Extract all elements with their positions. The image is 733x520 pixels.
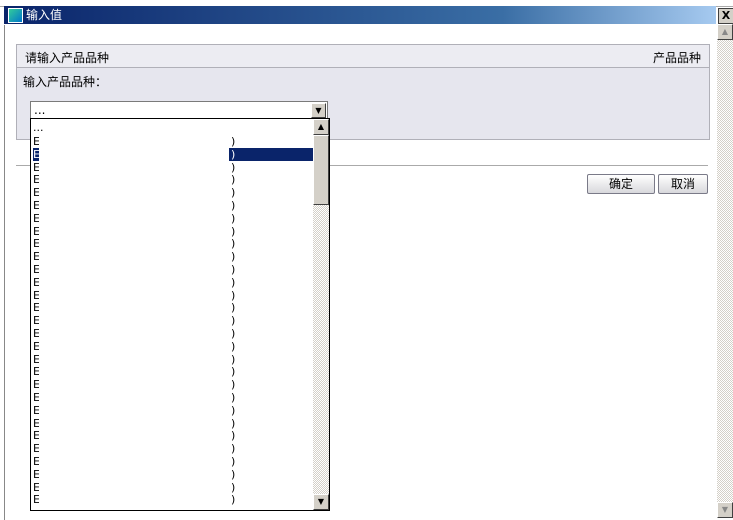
item-suffix: ) — [231, 442, 236, 456]
item-suffix: ) — [231, 455, 236, 468]
item-suffix: ) — [231, 352, 236, 366]
item-suffix: ) — [231, 416, 236, 430]
list-scrollbar[interactable]: ▲ ▼ — [313, 119, 329, 510]
item-suffix: ) — [231, 173, 236, 187]
item-suffix: ) — [231, 301, 236, 315]
item-suffix: ) — [231, 403, 236, 417]
item-suffix: ) — [231, 237, 236, 251]
item-suffix: ) — [231, 250, 236, 264]
list-item[interactable]: ... — [33, 121, 313, 134]
dropdown-list[interactable]: ... E) E) E) E) E) E) E) E) E) E) E) E) E) E) E) E) E) E)… — [30, 118, 330, 511]
field-label: 输入产品品种： — [23, 75, 108, 89]
scroll-down-icon[interactable]: ▼ — [313, 494, 329, 510]
scroll-down-icon[interactable]: ▼ — [717, 502, 733, 518]
item-suffix: ) — [231, 160, 236, 174]
panel-title: 请输入产品品种 — [25, 51, 110, 65]
select-value: ... — [34, 103, 46, 117]
item-suffix: ) — [231, 224, 236, 238]
scroll-up-icon[interactable]: ▲ — [313, 119, 329, 135]
window-title: 输入值 — [26, 8, 63, 22]
item-suffix: ) — [231, 211, 236, 225]
panel-header: 请输入产品品种 产品品种 — [17, 45, 709, 68]
item-suffix: ) — [231, 365, 236, 379]
item-suffix: ) — [231, 275, 236, 289]
cancel-button[interactable]: 取消 — [658, 174, 708, 194]
item-suffix: ) — [231, 288, 236, 302]
window-scrollbar[interactable]: ▲ ▼ — [717, 24, 733, 518]
app-icon — [8, 8, 23, 23]
item-suffix: ) — [231, 186, 236, 200]
item-suffix: ) — [231, 378, 236, 392]
ok-button[interactable]: 确定 — [587, 174, 655, 194]
item-suffix: ) — [231, 199, 236, 212]
product-type-select[interactable]: ... ▼ — [30, 101, 328, 119]
item-suffix: ) — [231, 467, 236, 481]
item-suffix: ) — [231, 135, 236, 148]
scroll-thumb[interactable] — [313, 135, 329, 205]
item-suffix: ) — [231, 147, 236, 161]
chevron-down-icon[interactable]: ▼ — [311, 103, 326, 118]
item-suffix: ) — [231, 327, 236, 340]
item-suffix: ) — [231, 391, 236, 404]
item-suffix: ) — [231, 339, 236, 353]
title-bar: 输入值 — [4, 6, 716, 24]
item-suffix: ) — [231, 493, 236, 507]
item-suffix: ) — [231, 263, 236, 276]
redacted-area — [39, 135, 229, 509]
item-suffix: ) — [231, 480, 236, 494]
panel-field-name: 产品品种 — [652, 51, 701, 65]
item-suffix: ) — [231, 429, 236, 443]
scroll-up-icon[interactable]: ▲ — [717, 24, 733, 40]
item-suffix: ) — [231, 314, 236, 328]
close-button[interactable]: X — [718, 8, 733, 24]
